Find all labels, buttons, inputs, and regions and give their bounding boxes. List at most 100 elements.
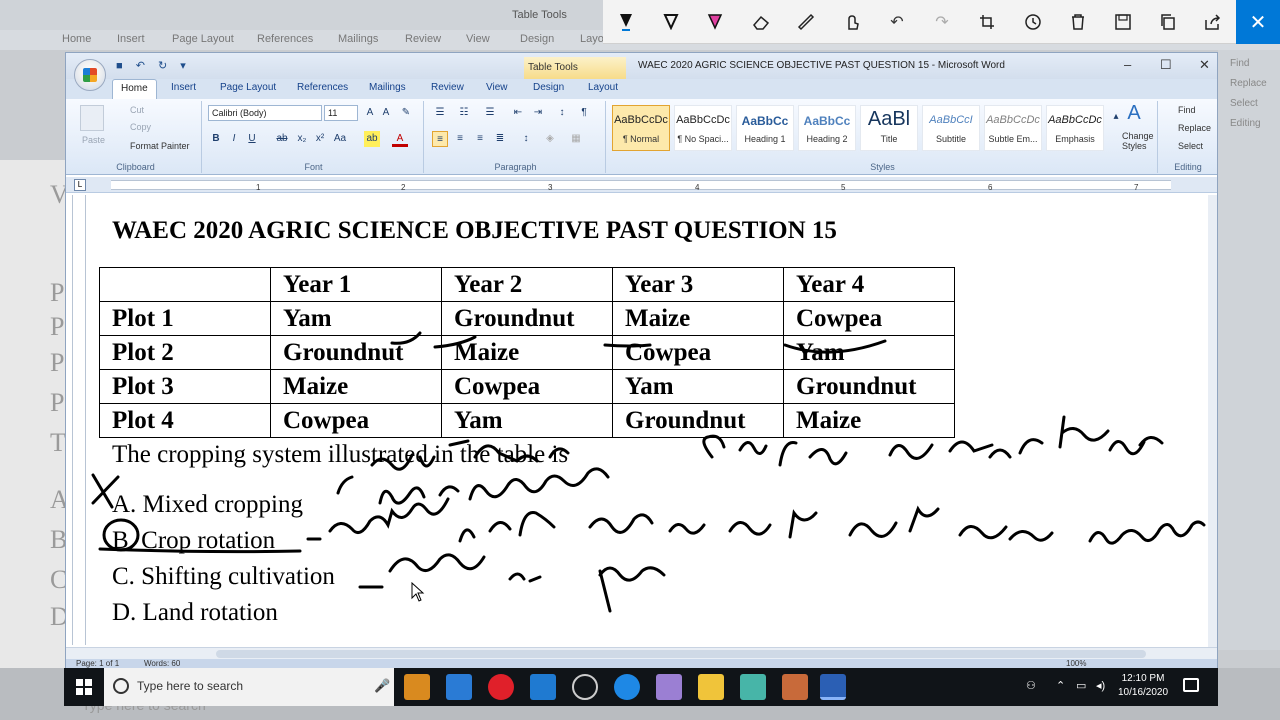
align-right-icon[interactable]: ≡	[472, 131, 488, 147]
replace-button[interactable]: Replace	[1178, 123, 1211, 133]
tab-page-layout[interactable]: Page Layout	[220, 82, 276, 93]
grow-font-icon[interactable]: A	[362, 105, 378, 121]
eraser-icon[interactable]	[747, 8, 775, 36]
table-cell[interactable]: Plot 1	[99, 301, 271, 336]
find-button[interactable]: Find	[1178, 105, 1196, 115]
paste-button[interactable]: Paste	[82, 135, 105, 145]
show-marks-icon[interactable]: ¶	[576, 105, 592, 121]
tab-mailings[interactable]: Mailings	[369, 82, 406, 93]
table-cell[interactable]: Cowpea	[783, 301, 955, 336]
table-cell[interactable]: Yam	[783, 335, 955, 370]
people-icon[interactable]: ⚇	[1026, 679, 1036, 692]
history-icon[interactable]	[1019, 8, 1047, 36]
style-subtle-emphasis[interactable]: AaBbCcDc Subtle Em...	[984, 105, 1042, 151]
align-left-icon[interactable]: ≡	[432, 131, 448, 147]
table-cell[interactable]: Cowpea	[441, 369, 613, 404]
start-button[interactable]	[64, 668, 104, 706]
numbering-icon[interactable]: ☷	[456, 105, 472, 121]
highlight-icon[interactable]: ab	[364, 131, 380, 147]
change-styles-button[interactable]: Change Styles	[1122, 131, 1156, 151]
customize-chevron-icon[interactable]: ▾	[180, 60, 186, 72]
table-cell[interactable]: Year 1	[270, 267, 442, 302]
app-icon[interactable]	[782, 674, 808, 700]
styles-scroll-icon[interactable]: ▴	[1108, 109, 1124, 125]
style-subtitle[interactable]: AaBbCcI Subtitle	[922, 105, 980, 151]
tab-references[interactable]: References	[297, 82, 348, 93]
format-painter-button[interactable]: Format Painter	[130, 141, 190, 151]
style-heading-1[interactable]: AaBbCc Heading 1	[736, 105, 794, 151]
bold-icon[interactable]: B	[208, 131, 224, 147]
strikethrough-icon[interactable]: ab	[274, 131, 290, 147]
decrease-indent-icon[interactable]: ⇤	[510, 105, 526, 121]
chrome-app-icon[interactable]	[572, 674, 598, 700]
network-icon[interactable]: ▭	[1076, 679, 1086, 692]
file-explorer-icon[interactable]	[698, 674, 724, 700]
cut-button[interactable]: Cut	[130, 105, 144, 115]
close-pen-toolbar-button[interactable]: ✕	[1236, 0, 1280, 44]
save-icon[interactable]: ■	[116, 60, 123, 72]
opera-app-icon[interactable]	[488, 674, 514, 700]
redo-icon[interactable]: ↷	[928, 8, 956, 36]
italic-icon[interactable]: I	[226, 131, 242, 147]
align-center-icon[interactable]: ≡	[452, 131, 468, 147]
horizontal-scroll-thumb[interactable]	[216, 650, 1146, 658]
touch-writing-icon[interactable]	[838, 8, 866, 36]
style-heading-2[interactable]: AaBbCc Heading 2	[798, 105, 856, 151]
notification-icon[interactable]	[1183, 678, 1199, 692]
horizontal-scrollbar[interactable]	[66, 647, 1217, 659]
underline-icon[interactable]: U	[244, 131, 260, 147]
table-cell[interactable]: Groundnut	[783, 369, 955, 404]
close-button[interactable]: ✕	[1199, 57, 1210, 73]
mail-app-icon[interactable]	[446, 674, 472, 700]
vertical-scrollbar[interactable]	[1208, 195, 1217, 647]
sort-icon[interactable]: ↕	[554, 105, 570, 121]
ballpoint-pen-icon[interactable]	[612, 8, 640, 36]
table-cell[interactable]: Yam	[612, 369, 784, 404]
font-color-icon[interactable]: A	[392, 131, 408, 147]
tab-selector-icon[interactable]: L	[74, 179, 86, 191]
table-cell[interactable]: Maize	[783, 403, 955, 438]
paint-app-icon[interactable]	[656, 674, 682, 700]
edge-app-icon[interactable]	[614, 674, 640, 700]
maximize-button[interactable]: ☐	[1160, 57, 1172, 73]
style-title[interactable]: AaBl Title	[860, 105, 918, 151]
taskbar-search[interactable]: Type here to search 🎤	[104, 668, 394, 706]
table-cell[interactable]: Maize	[441, 335, 613, 370]
table-cell[interactable]: Groundnut	[270, 335, 442, 370]
table-cell[interactable]: Year 3	[612, 267, 784, 302]
highlighter-icon[interactable]	[701, 8, 729, 36]
style-no-spacing[interactable]: AaBbCcDc ¶ No Spaci...	[674, 105, 732, 151]
undo-icon[interactable]: ↶	[883, 8, 911, 36]
change-case-icon[interactable]: Aa	[332, 131, 348, 147]
clear-format-icon[interactable]: ✎	[398, 105, 414, 121]
table-cell[interactable]: Plot 4	[99, 403, 271, 438]
microphone-icon[interactable]: 🎤	[374, 678, 390, 694]
status-zoom[interactable]: 100%	[1066, 659, 1086, 668]
crop-icon[interactable]	[973, 8, 1001, 36]
copy-button[interactable]: Copy	[130, 122, 151, 132]
table-cell[interactable]: Year 2	[441, 267, 613, 302]
share-icon[interactable]	[1199, 8, 1227, 36]
table-cell[interactable]: Groundnut	[612, 403, 784, 438]
system-clock[interactable]: 12:10 PM 10/16/2020	[1118, 672, 1168, 700]
style-normal[interactable]: AaBbCcDc ¶ Normal	[612, 105, 670, 151]
multilevel-list-icon[interactable]: ☰	[482, 105, 498, 121]
volume-icon[interactable]: ◂)	[1096, 679, 1105, 692]
table-cell[interactable]: Yam	[270, 301, 442, 336]
chevron-up-icon[interactable]: ⌃	[1056, 679, 1065, 692]
line-spacing-icon[interactable]: ↕	[518, 131, 534, 147]
table-cell[interactable]: Plot 3	[99, 369, 271, 404]
tab-insert[interactable]: Insert	[171, 82, 196, 93]
store-app-icon[interactable]	[404, 674, 430, 700]
status-page[interactable]: Page: 1 of 1	[76, 659, 119, 668]
table-cell[interactable]: Groundnut	[441, 301, 613, 336]
borders-icon[interactable]: ▦	[568, 131, 584, 147]
change-styles-icon[interactable]: A	[1126, 103, 1142, 123]
word-app-icon[interactable]	[820, 674, 846, 700]
save-icon[interactable]	[1109, 8, 1137, 36]
office-button[interactable]	[74, 59, 106, 91]
subscript-icon[interactable]: x₂	[294, 131, 310, 147]
justify-icon[interactable]: ≣	[492, 131, 508, 147]
copy-icon[interactable]	[1154, 8, 1182, 36]
tab-view[interactable]: View	[486, 82, 508, 93]
